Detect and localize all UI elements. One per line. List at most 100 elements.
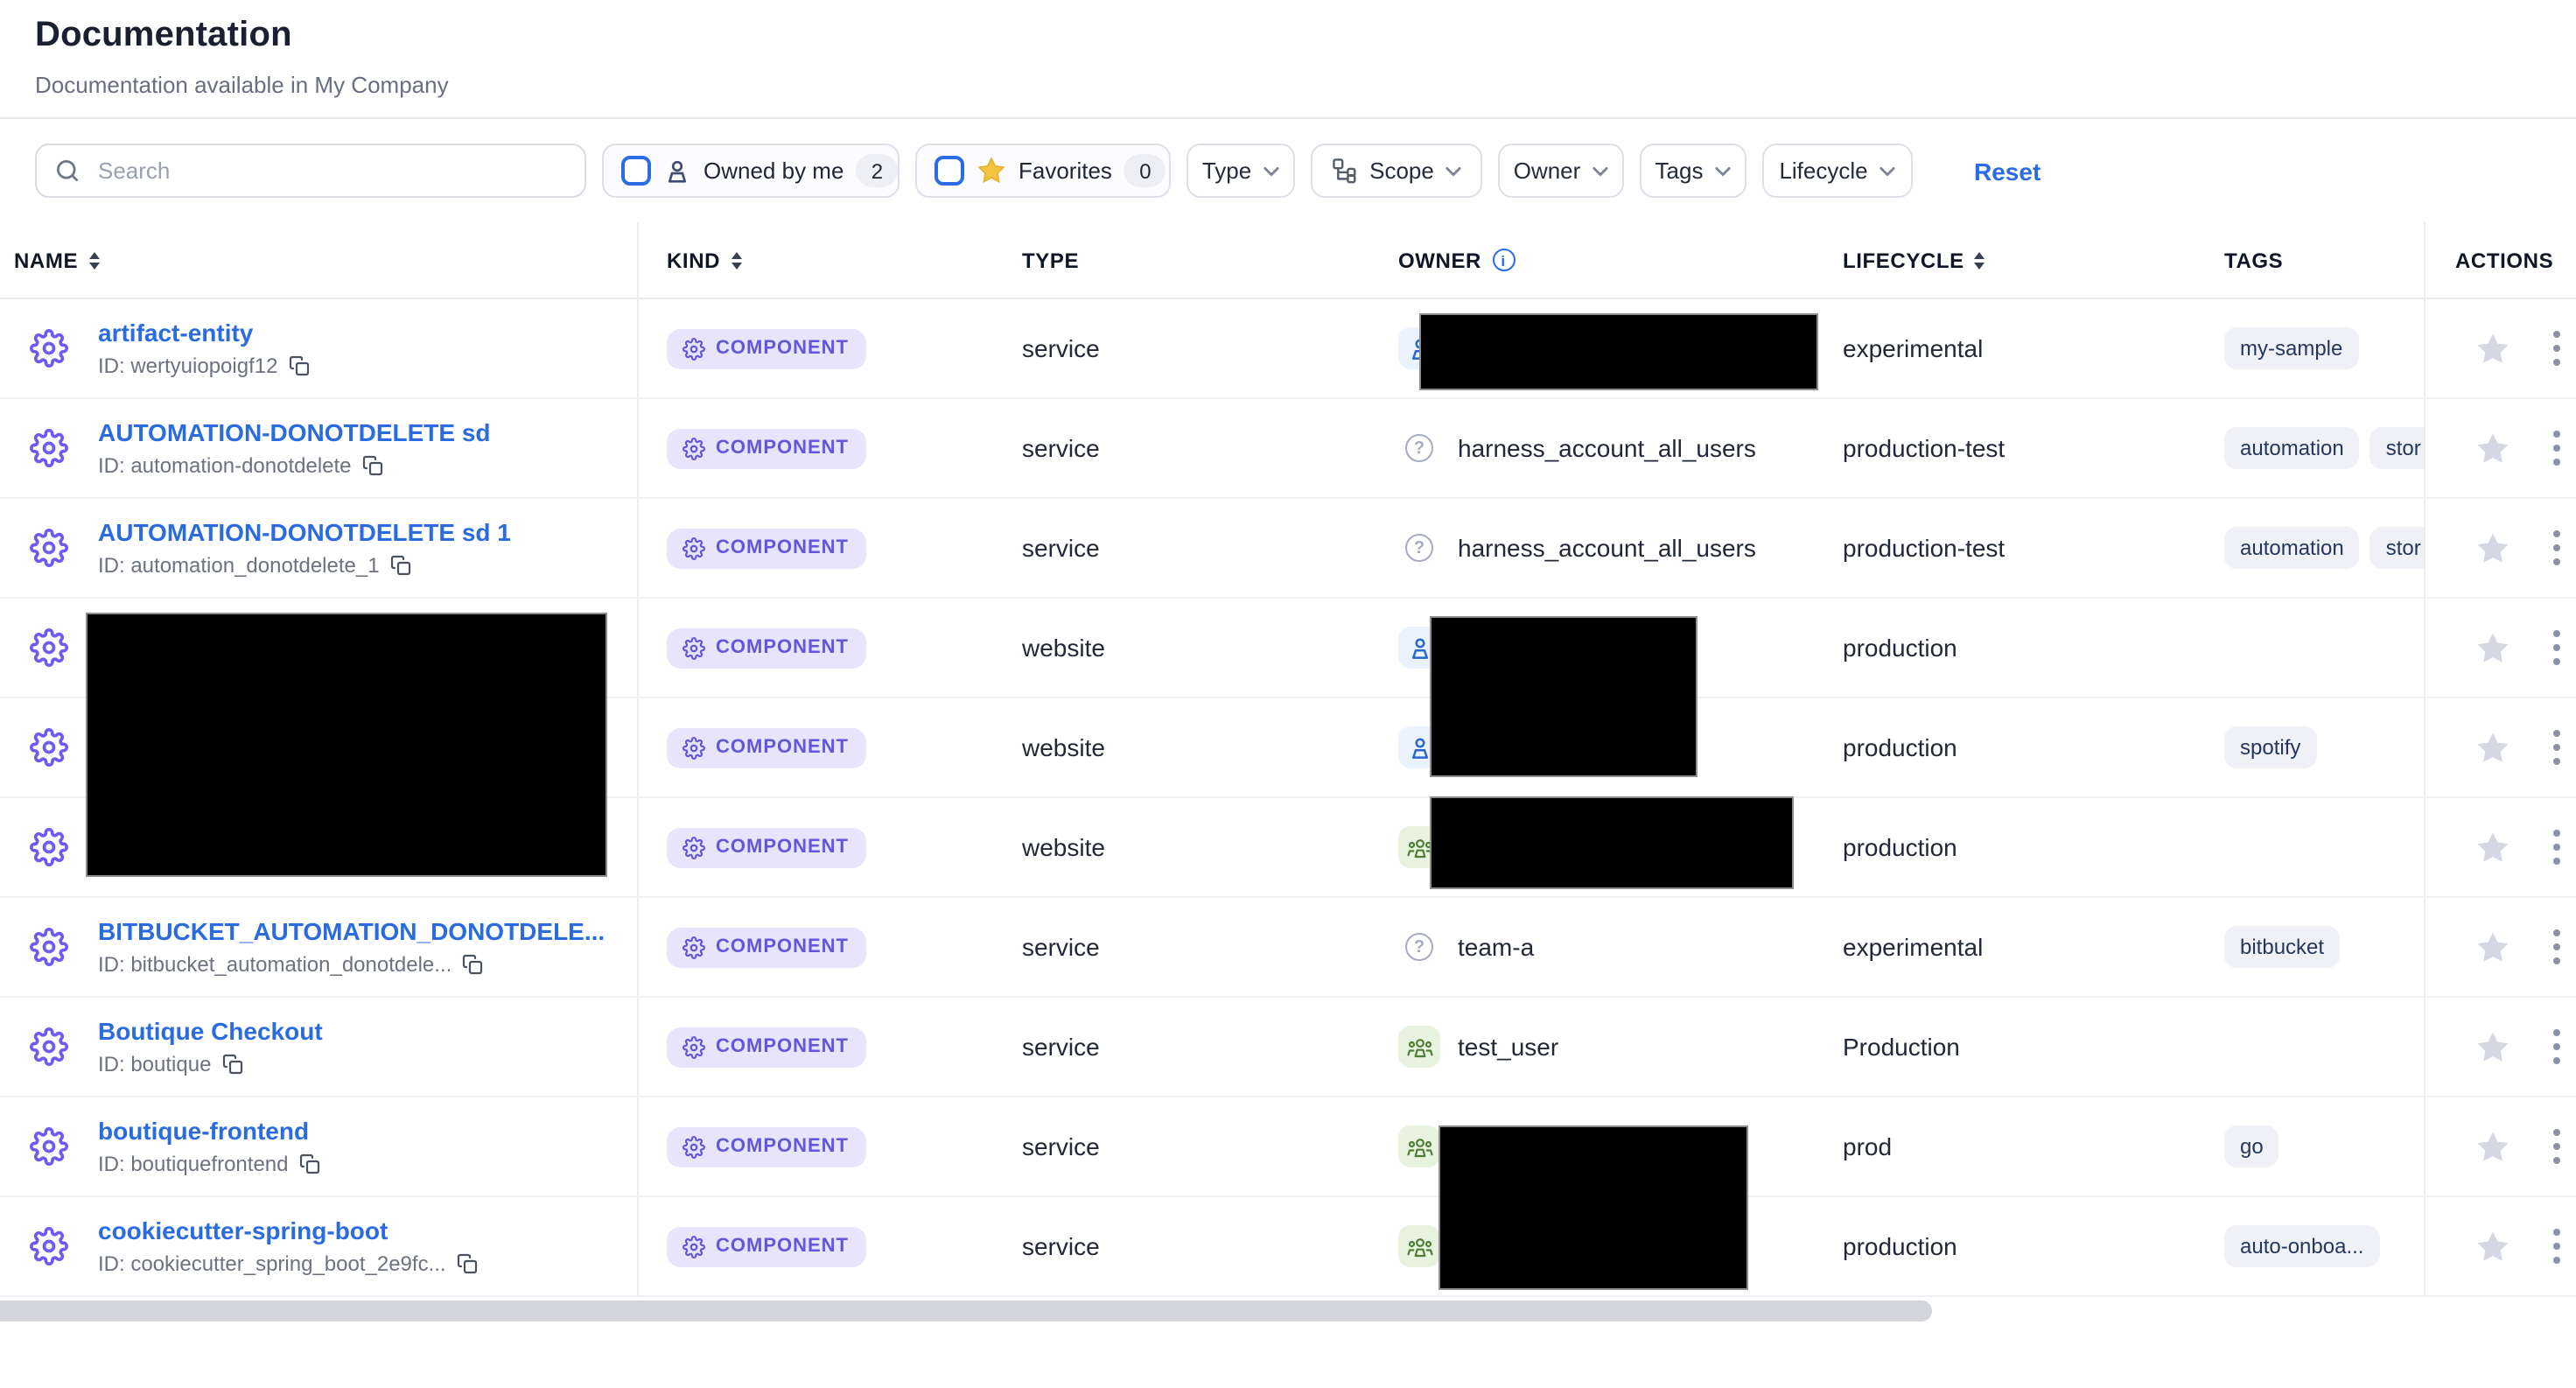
- kebab-menu-icon[interactable]: [2550, 527, 2564, 569]
- tag-chip[interactable]: spotify: [2224, 726, 2316, 768]
- cell-lifecycle: production-test: [1839, 499, 2217, 599]
- copy-icon[interactable]: [390, 555, 411, 576]
- gear-icon: [682, 337, 705, 360]
- type-value: website: [1022, 833, 1105, 861]
- entity-name-link[interactable]: Boutique Checkout: [98, 1017, 323, 1045]
- tag-chip[interactable]: automation: [2224, 527, 2360, 569]
- cell-kind: COMPONENT: [637, 599, 1015, 698]
- entity-name-link[interactable]: AUTOMATION-DONOTDELETE sd: [98, 418, 491, 446]
- entity-id-text: ID: cookiecutter_spring_boot_2e9fc...: [98, 1251, 446, 1276]
- page-header: Documentation Documentation available in…: [0, 0, 2576, 119]
- copy-icon[interactable]: [457, 1253, 478, 1274]
- favorite-star-icon[interactable]: [2474, 430, 2511, 466]
- tag-chip[interactable]: auto-onboa...: [2224, 1225, 2379, 1267]
- cell-lifecycle: production: [1839, 1197, 2217, 1297]
- gear-icon: [682, 936, 705, 958]
- kebab-menu-icon[interactable]: [2550, 327, 2564, 369]
- redaction-box: [86, 613, 607, 877]
- kebab-menu-icon[interactable]: [2550, 926, 2564, 968]
- column-header-kind[interactable]: KIND: [637, 222, 1015, 299]
- tag-chip[interactable]: go: [2224, 1125, 2279, 1167]
- cell-lifecycle: production-test: [1839, 399, 2217, 499]
- tag-chip[interactable]: stor: [2370, 427, 2424, 469]
- owner-unknown-icon: ?: [1405, 933, 1433, 961]
- entity-name-link[interactable]: artifact-entity: [98, 319, 309, 347]
- type-filter-dropdown[interactable]: Type: [1186, 144, 1295, 198]
- favorite-star-icon[interactable]: [2474, 1028, 2511, 1065]
- entity-name-link[interactable]: BITBUCKET_AUTOMATION_DONOTDELE...: [98, 917, 605, 945]
- info-icon[interactable]: i: [1492, 249, 1515, 271]
- lifecycle-filter-dropdown[interactable]: Lifecycle: [1762, 144, 1913, 198]
- owned-by-me-filter[interactable]: Owned by me 2: [602, 144, 900, 198]
- copy-icon[interactable]: [462, 954, 483, 975]
- component-gear-icon: [30, 728, 68, 767]
- kebab-menu-icon[interactable]: [2550, 1026, 2564, 1068]
- cell-lifecycle: prod: [1839, 1097, 2217, 1197]
- favorites-checkbox[interactable]: [934, 156, 964, 186]
- sort-icon: [731, 251, 741, 269]
- cell-owner: ? team-a: [1388, 898, 1839, 998]
- tags-filter-dropdown[interactable]: Tags: [1640, 144, 1746, 198]
- favorite-star-icon[interactable]: [2474, 1128, 2511, 1165]
- favorites-filter[interactable]: Favorites 0: [915, 144, 1171, 198]
- search-input[interactable]: [94, 156, 567, 186]
- entity-name-block: BITBUCKET_AUTOMATION_DONOTDELE...ID: bit…: [98, 917, 605, 977]
- type-value: service: [1022, 1033, 1100, 1061]
- entity-name-link[interactable]: cookiecutter-spring-boot: [98, 1216, 478, 1244]
- column-header-label: NAME: [14, 248, 78, 272]
- cell-kind: COMPONENT: [637, 1197, 1015, 1297]
- column-header-owner: OWNER i: [1388, 222, 1839, 299]
- kind-badge-label: COMPONENT: [716, 438, 849, 459]
- kind-badge: COMPONENT: [667, 927, 866, 967]
- favorite-star-icon[interactable]: [2474, 1228, 2511, 1265]
- search-box[interactable]: [35, 144, 586, 198]
- kebab-menu-icon[interactable]: [2550, 826, 2564, 868]
- favorites-label: Favorites: [1018, 158, 1112, 184]
- column-header-label: LIFECYCLE: [1843, 248, 1964, 272]
- favorite-star-icon[interactable]: [2474, 729, 2511, 766]
- type-value: service: [1022, 334, 1100, 362]
- column-header-lifecycle[interactable]: LIFECYCLE: [1839, 222, 2217, 299]
- kebab-menu-icon[interactable]: [2550, 427, 2564, 469]
- reset-button[interactable]: Reset: [1974, 157, 2040, 185]
- favorite-star-icon[interactable]: [2474, 629, 2511, 666]
- component-gear-icon: [30, 1027, 68, 1066]
- entity-name-link[interactable]: boutique-frontend: [98, 1117, 320, 1145]
- owner-filter-dropdown[interactable]: Owner: [1498, 144, 1624, 198]
- favorite-star-icon[interactable]: [2474, 829, 2511, 866]
- cell-type: service: [1015, 898, 1388, 998]
- favorite-star-icon[interactable]: [2474, 929, 2511, 965]
- entity-name-link[interactable]: AUTOMATION-DONOTDELETE sd 1: [98, 518, 511, 546]
- owned-by-me-checkbox[interactable]: [621, 156, 651, 186]
- column-header-name[interactable]: NAME: [0, 222, 637, 299]
- copy-icon[interactable]: [299, 1153, 320, 1174]
- type-value: service: [1022, 933, 1100, 961]
- kebab-menu-icon[interactable]: [2550, 627, 2564, 669]
- tag-chip[interactable]: automation: [2224, 427, 2360, 469]
- tag-chip[interactable]: bitbucket: [2224, 926, 2340, 968]
- cell-name: AUTOMATION-DONOTDELETE sdID: automation-…: [0, 399, 637, 499]
- lifecycle-value: production: [1843, 1232, 1957, 1260]
- gear-icon: [682, 536, 705, 559]
- kebab-menu-icon[interactable]: [2550, 1125, 2564, 1167]
- tag-chip[interactable]: stor: [2370, 527, 2424, 569]
- lifecycle-filter-label: Lifecycle: [1779, 158, 1867, 184]
- copy-icon[interactable]: [221, 1054, 242, 1075]
- lifecycle-value: production-test: [1843, 534, 2005, 562]
- owner-group-icon: [1398, 1125, 1440, 1167]
- owner-value: team-a: [1458, 933, 1534, 961]
- favorite-star-icon[interactable]: [2474, 529, 2511, 566]
- entity-id-text: ID: boutique: [98, 1052, 211, 1076]
- copy-icon[interactable]: [288, 355, 309, 376]
- component-gear-icon: [30, 429, 68, 467]
- kind-badge: COMPONENT: [667, 627, 866, 668]
- kebab-menu-icon[interactable]: [2550, 726, 2564, 768]
- kebab-menu-icon[interactable]: [2550, 1225, 2564, 1267]
- favorite-star-icon[interactable]: [2474, 330, 2511, 367]
- scope-filter-dropdown[interactable]: Scope: [1311, 144, 1482, 198]
- tag-chip[interactable]: my-sample: [2224, 327, 2358, 369]
- copy-icon[interactable]: [362, 455, 383, 476]
- cell-kind: COMPONENT: [637, 698, 1015, 798]
- type-value: website: [1022, 634, 1105, 662]
- horizontal-scrollbar-thumb[interactable]: [0, 1300, 1932, 1321]
